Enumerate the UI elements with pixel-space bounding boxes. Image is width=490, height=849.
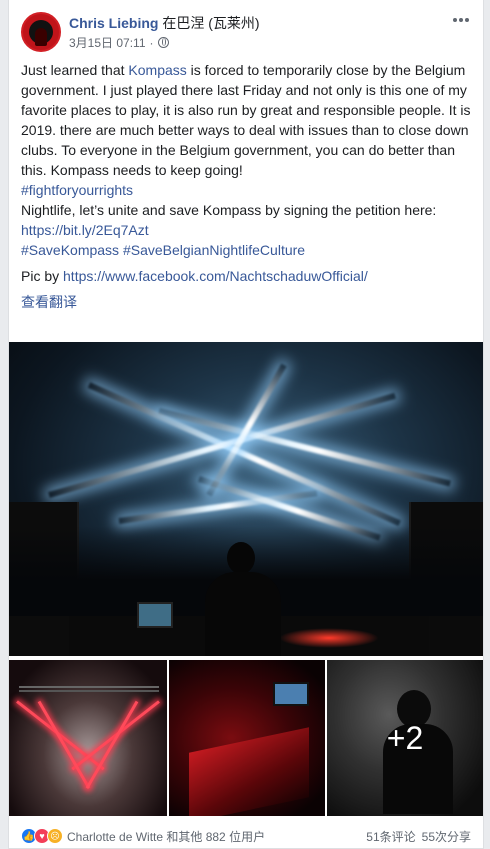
avatar[interactable] [21,12,61,52]
post-text: Just learned that Kompass is forced to t… [21,60,473,312]
more-options-icon[interactable] [451,12,471,28]
separator: · [149,35,154,50]
author-line: Chris Liebing 在巴涅 (瓦莱州) [69,14,260,32]
dot [453,18,457,22]
hashtag-line-1: #fightforyourrights [21,180,473,200]
laptop-screen [273,682,309,706]
main-photo[interactable] [9,342,483,656]
hashtag-savekompass[interactable]: #SaveKompass [21,242,119,258]
globe-icon [157,37,169,48]
reaction-summary[interactable]: Charlotte de Witte 和其他 882 位用户 [67,828,265,845]
see-translation-link[interactable]: 查看翻译 [21,292,473,312]
location[interactable]: 在巴涅 (瓦莱州) [162,15,259,31]
post-meta: 3月15日 07:11 · [69,34,169,51]
petition-line: https://bit.ly/2Eq7Azt [21,220,473,240]
hashtag-line-2: #SaveKompass #SaveBelgianNightlifeCultur… [21,240,473,260]
hashtag-fightforyourrights[interactable]: #fightforyourrights [21,182,133,198]
pic-credit: Pic by https://www.facebook.com/Nachtsch… [21,266,473,286]
dj-head [227,542,255,574]
paragraph-2: Nightlife, let’s unite and save Kompass … [21,202,437,218]
dj-body [205,572,281,656]
light-beam [48,392,396,498]
red-beam [85,700,139,789]
post-footer: 👍 ♥ ☹ Charlotte de Witte 和其他 882 位用户 51条… [21,826,471,846]
photo-thumbnail-3[interactable]: +2 [327,660,483,816]
hashtag-savebelgiannightlifeculture[interactable]: #SaveBelgianNightlifeCulture [123,242,305,258]
dj-equipment [189,727,309,816]
red-beam [37,700,91,789]
more-photos-overlay[interactable]: +2 [327,660,483,816]
paragraph-1: Just learned that Kompass is forced to t… [21,60,473,180]
photo-thumbnail-2[interactable] [169,660,325,816]
kompass-link[interactable]: Kompass [128,62,186,78]
pic-by-label: Pic by [21,268,64,284]
more-photos-count: +2 [386,719,424,756]
photo-thumbnail-1[interactable] [9,660,167,816]
post-card: Chris Liebing 在巴涅 (瓦莱州) 3月15日 07:11 · Ju… [8,0,484,849]
red-light [279,628,379,648]
pic-credit-link[interactable]: https://www.facebook.com/NachtschaduwOff… [63,268,368,284]
dot [459,18,463,22]
laptop [137,602,173,628]
timestamp[interactable]: 3月15日 07:11 [69,34,146,51]
lighting-truss [19,686,159,692]
engagement-counts: 51条评论 55次分享 [366,828,471,845]
shares-count[interactable]: 55次分享 [422,828,471,845]
author-name[interactable]: Chris Liebing [69,15,158,31]
text-segment: is forced to temporarily close by the Be… [21,62,471,178]
petition-link[interactable]: https://bit.ly/2Eq7Azt [21,222,149,238]
comments-count[interactable]: 51条评论 [366,828,415,845]
sad-reaction-icon: ☹ [47,828,63,844]
text-segment: Just learned that [21,62,129,78]
reaction-icons[interactable]: 👍 ♥ ☹ [21,828,63,844]
dj-silhouette [201,542,281,656]
dot [465,18,469,22]
post-header: Chris Liebing 在巴涅 (瓦莱州) 3月15日 07:11 · [21,12,471,56]
